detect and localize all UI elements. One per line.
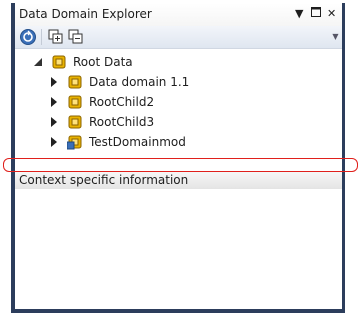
maximize-icon[interactable] xyxy=(311,5,321,23)
tree-node[interactable]: RootChild2 xyxy=(49,93,154,111)
tree-node-label: Data domain 1.1 xyxy=(89,75,190,89)
collapsed-arrow-icon[interactable] xyxy=(49,77,59,87)
tree-node[interactable]: RootChild3 xyxy=(49,113,154,131)
toolbar-overflow-button[interactable]: ▼ xyxy=(331,29,340,45)
collapsed-arrow-icon[interactable] xyxy=(49,117,59,127)
dropdown-arrow-icon[interactable]: ▼ xyxy=(295,5,303,23)
toolbar-separator xyxy=(41,29,42,45)
collapse-all-icon[interactable] xyxy=(67,28,85,46)
data-domain-modified-icon xyxy=(67,135,82,150)
expanded-arrow-icon[interactable] xyxy=(33,57,43,67)
data-domain-icon xyxy=(52,55,66,69)
toolbar: ▼ xyxy=(15,26,342,49)
data-domain-icon xyxy=(68,115,82,129)
tree-node[interactable]: TestDomainmod xyxy=(49,133,186,151)
tree-node-root[interactable]: Root Data xyxy=(33,53,133,71)
globe-refresh-icon[interactable] xyxy=(19,28,37,46)
data-domain-icon xyxy=(68,75,82,89)
expand-all-icon[interactable] xyxy=(47,28,65,46)
tree-node-label: RootChild2 xyxy=(89,95,155,109)
splitter-highlight xyxy=(3,158,358,172)
data-domain-icon xyxy=(68,95,82,109)
tree-node-label: RootChild3 xyxy=(89,115,155,129)
close-icon[interactable]: ✕ xyxy=(327,5,336,23)
data-domain-explorer-panel: Data Domain Explorer ▼ ✕ ▼ Root Data Dat… xyxy=(15,3,342,309)
title-bar: Data Domain Explorer ▼ ✕ xyxy=(15,3,342,26)
tree-node-label: TestDomainmod xyxy=(89,135,186,149)
tree-node[interactable]: Data domain 1.1 xyxy=(49,73,189,91)
tree-node-label: Root Data xyxy=(73,55,133,69)
collapsed-arrow-icon[interactable] xyxy=(49,97,59,107)
collapsed-arrow-icon[interactable] xyxy=(49,137,59,147)
context-info-label: Context specific information xyxy=(19,173,189,187)
context-info-header: Context specific information xyxy=(15,171,342,189)
panel-title: Data Domain Explorer xyxy=(19,7,152,21)
